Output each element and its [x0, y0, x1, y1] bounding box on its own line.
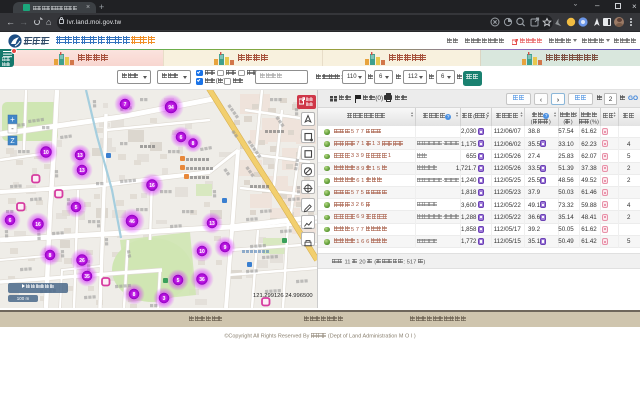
svg-text:10: 10 — [199, 248, 205, 254]
svg-text:8: 8 — [192, 140, 195, 146]
svg-text:10: 10 — [43, 149, 49, 155]
svg-text:-: - — [11, 124, 14, 133]
svg-text:36: 36 — [199, 276, 205, 282]
svg-text:46: 46 — [129, 218, 135, 224]
svg-text:13: 13 — [209, 220, 215, 226]
svg-text:7: 7 — [124, 101, 127, 107]
svg-text:13: 13 — [79, 167, 85, 173]
svg-text:8: 8 — [133, 291, 136, 297]
svg-text:8: 8 — [49, 252, 52, 258]
svg-text:35: 35 — [84, 273, 90, 279]
svg-text:94: 94 — [168, 104, 174, 110]
svg-text:+: + — [10, 115, 15, 124]
svg-text:16: 16 — [149, 182, 155, 188]
svg-text:5: 5 — [177, 277, 180, 283]
svg-text:5: 5 — [75, 204, 78, 210]
svg-text:16: 16 — [35, 221, 41, 227]
svg-text:6: 6 — [180, 134, 183, 140]
svg-text:26: 26 — [79, 257, 85, 263]
svg-text:9: 9 — [224, 244, 227, 250]
svg-text:Z: Z — [10, 138, 15, 145]
svg-text:3: 3 — [163, 295, 166, 301]
svg-text:6: 6 — [9, 217, 12, 223]
svg-text:13: 13 — [77, 152, 83, 158]
